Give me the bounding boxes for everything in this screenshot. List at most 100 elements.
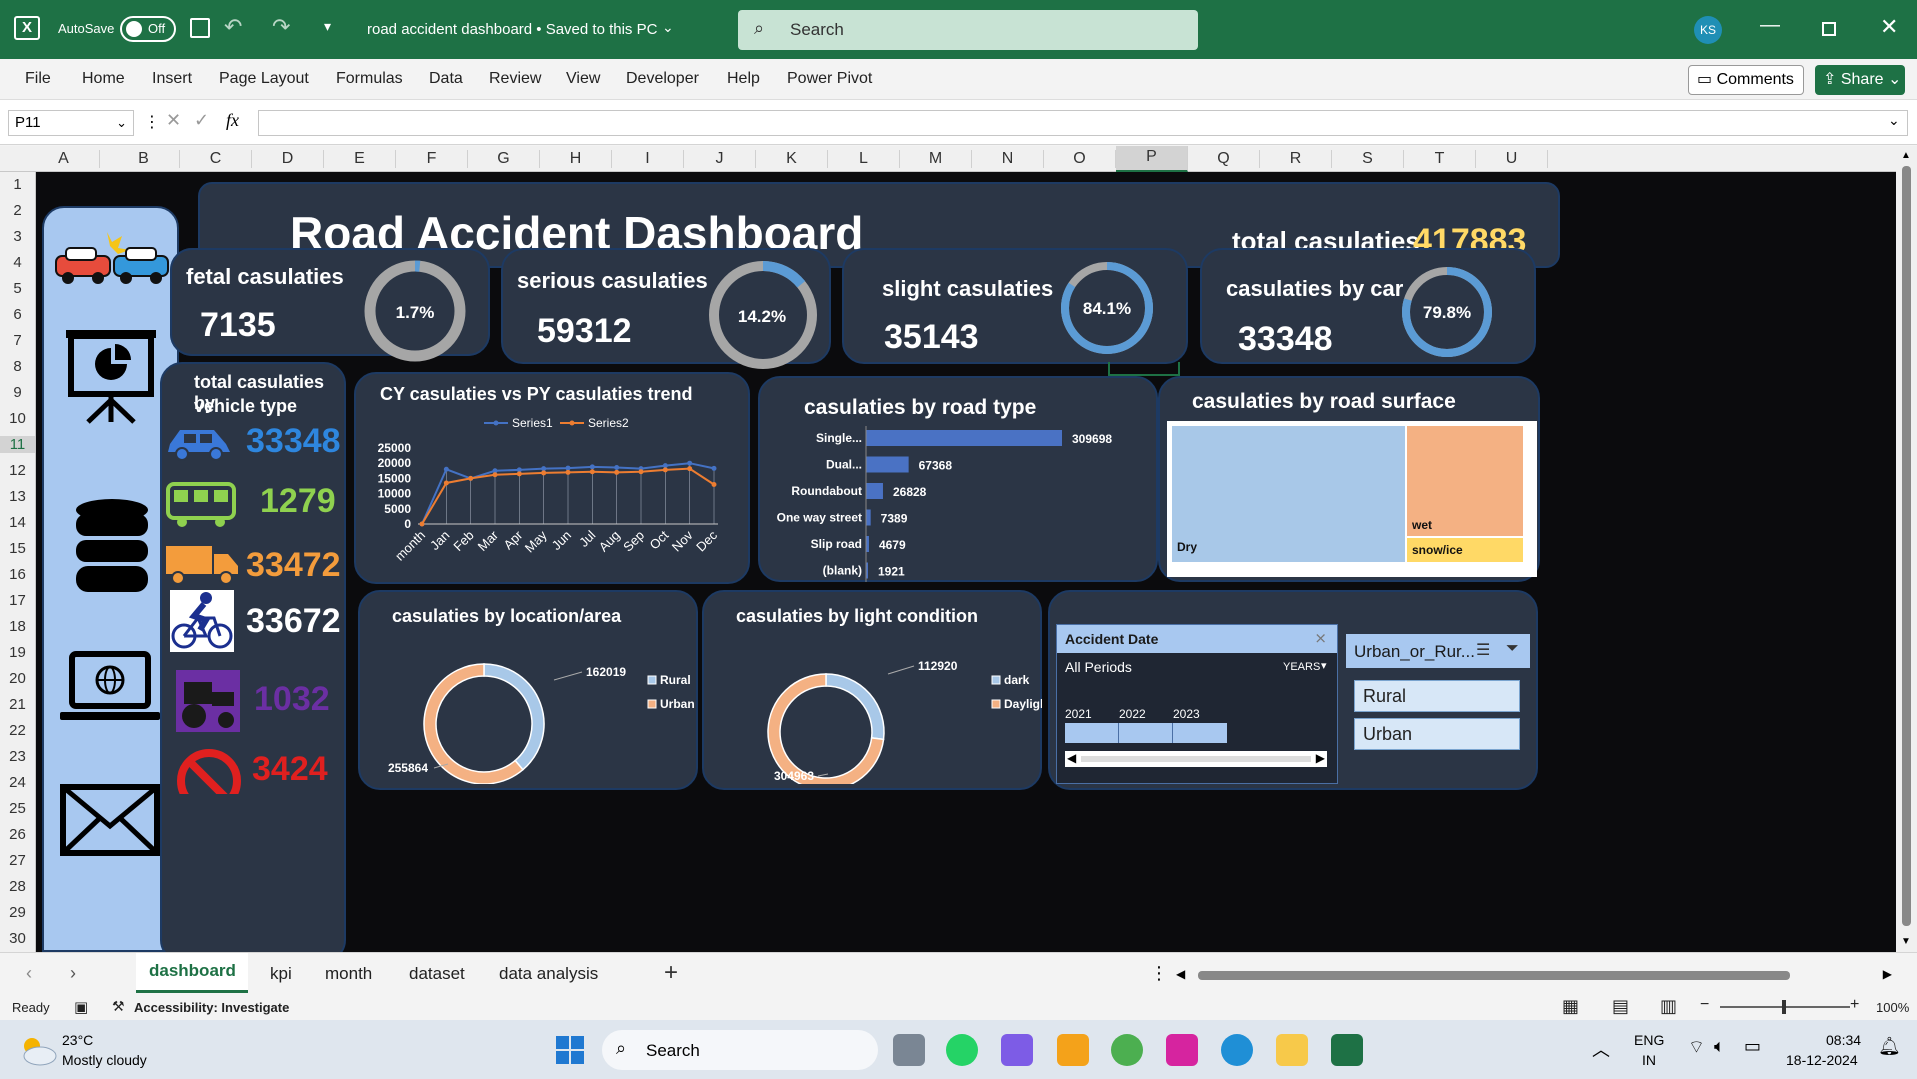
scroll-left-icon[interactable]: ◀ [1176,967,1185,981]
column-header[interactable]: J [684,150,756,168]
formula-input[interactable] [258,110,1908,136]
row-header[interactable]: 12 [0,462,35,479]
car-crash-icon[interactable] [52,222,172,292]
macro-record-icon[interactable]: ▣ [74,998,88,1016]
restore-icon[interactable] [1822,22,1836,36]
row-header[interactable]: 27 [0,852,35,869]
row-header[interactable]: 14 [0,514,35,531]
scroll-right-icon[interactable]: ▶ [1316,751,1325,765]
row-header[interactable]: 6 [0,306,35,323]
tab-dashboard[interactable]: dashboard [136,953,248,993]
tab-data-analysis[interactable]: data analysis [499,964,598,984]
row-header[interactable]: 7 [0,332,35,349]
menu-formulas[interactable]: Formulas [336,70,403,88]
row-header[interactable]: 2 [0,202,35,219]
column-header[interactable]: K [756,150,828,168]
cloud-icon[interactable] [18,1034,58,1066]
chevron-down-icon[interactable]: ▾ [1321,659,1327,672]
normal-view-icon[interactable]: ▦ [1562,996,1579,1017]
scroll-left-icon[interactable]: ◀ [1067,751,1076,765]
instagram-icon[interactable] [1166,1034,1198,1066]
menu-developer[interactable]: Developer [626,70,699,88]
weather-temp[interactable]: 23°C [62,1032,93,1048]
row-header[interactable]: 20 [0,670,35,687]
language-line1[interactable]: ENG [1634,1032,1664,1048]
timeline-bar-2023[interactable] [1173,723,1227,743]
column-header[interactable]: A [28,150,100,168]
column-header[interactable]: S [1332,150,1404,168]
row-header[interactable]: 13 [0,488,35,505]
row-header[interactable]: 30 [0,930,35,947]
clock-time[interactable]: 08:34 [1826,1032,1861,1048]
page-break-view-icon[interactable]: ▥ [1660,996,1677,1017]
selected-cell[interactable] [1108,362,1180,376]
accessibility-icon[interactable]: ⚒ [112,998,125,1015]
laptop-globe-icon[interactable] [60,650,160,724]
timeline-scrollbar[interactable]: ◀ ▶ [1065,751,1327,767]
row-header[interactable]: 4 [0,254,35,271]
chevron-down-icon[interactable]: ⌄ [662,19,674,36]
mail-icon[interactable] [60,784,160,856]
row-header[interactable]: 10 [0,410,35,427]
row-header[interactable]: 22 [0,722,35,739]
column-header[interactable]: I [612,150,684,168]
menu-data[interactable]: Data [429,70,463,88]
row-header[interactable]: 21 [0,696,35,713]
menu-insert[interactable]: Insert [152,70,192,88]
menu-file[interactable]: File [25,70,51,88]
zoom-slider[interactable] [1720,1000,1850,1014]
name-box[interactable]: P11 ⌄ [8,110,134,136]
excel-taskbar-icon[interactable] [1331,1034,1363,1066]
column-header[interactable]: M [900,150,972,168]
row-header[interactable]: 3 [0,228,35,245]
tab-kpi[interactable]: kpi [270,964,292,984]
zoom-level[interactable]: 100% [1876,1000,1909,1015]
column-header[interactable]: U [1476,150,1548,168]
row-header[interactable]: 18 [0,618,35,635]
wifi-icon[interactable]: ⌔ [1688,1036,1705,1059]
menu-power-pivot[interactable]: Power Pivot [787,70,872,88]
column-header[interactable]: H [540,150,612,168]
filter-icon[interactable]: ⏷ [1506,640,1519,658]
tab-dataset[interactable]: dataset [409,964,465,984]
row-header[interactable]: 26 [0,826,35,843]
scroll-thumb[interactable] [1902,166,1911,926]
slicer-option-urban[interactable]: Urban [1354,718,1520,750]
area-slicer[interactable]: Urban_or_Rur... ☰ ⏷ Rural Urban [1346,634,1530,764]
column-header[interactable]: O [1044,150,1116,168]
row-header[interactable]: 9 [0,384,35,401]
tab-month[interactable]: month [325,964,372,984]
taskbar-search[interactable]: ⌕ Search [602,1030,878,1070]
scroll-thumb[interactable] [1198,971,1790,980]
more-tabs-icon[interactable]: ⋮ [1150,963,1168,984]
column-header[interactable]: F [396,150,468,168]
volume-icon[interactable]: 🔈︎ [1714,1036,1725,1057]
row-header[interactable]: 11 [0,436,35,453]
battery-icon[interactable]: ▭ [1744,1036,1761,1057]
row-header[interactable]: 5 [0,280,35,297]
clear-filter-icon[interactable]: ⨯ [1314,629,1327,647]
column-header[interactable]: T [1404,150,1476,168]
clock-date[interactable]: 18-12-2024 [1786,1052,1858,1068]
edge-icon[interactable] [1221,1034,1253,1066]
column-header[interactable]: R [1260,150,1332,168]
file-explorer-icon[interactable] [1276,1034,1308,1066]
slicer-option-rural[interactable]: Rural [1354,680,1520,712]
column-header[interactable]: L [828,150,900,168]
row-header[interactable]: 24 [0,774,35,791]
column-header[interactable]: B [108,150,180,168]
whatsapp-icon[interactable] [946,1034,978,1066]
weather-desc[interactable]: Mostly cloudy [62,1052,147,1068]
row-header[interactable]: 15 [0,540,35,557]
close-icon[interactable]: ✕ [1880,14,1898,40]
cancel-icon[interactable]: ✕ [166,110,181,131]
row-header[interactable]: 29 [0,904,35,921]
presentation-icon[interactable] [66,330,156,425]
comments-button[interactable]: ▭ Comments [1688,65,1804,95]
menu-help[interactable]: Help [727,70,760,88]
minimize-icon[interactable]: — [1760,14,1780,37]
row-header[interactable]: 8 [0,358,35,375]
store-icon[interactable] [1057,1034,1089,1066]
column-header[interactable]: N [972,150,1044,168]
chrome-icon[interactable] [1111,1034,1143,1066]
